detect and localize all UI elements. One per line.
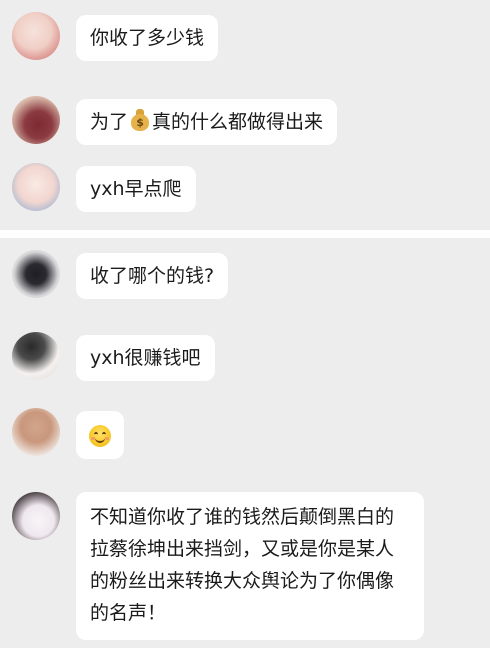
message-text: yxh很赚钱吧 (90, 347, 201, 369)
message-bubble[interactable]: 不知道你收了谁的钱然后颠倒黑白的拉蔡徐坤出来挡剑，又或是你是某人的粉丝出来转换大… (76, 492, 424, 640)
avatar[interactable] (12, 163, 60, 211)
message-bubble[interactable]: 收了哪个的钱? (76, 253, 229, 299)
avatar[interactable] (12, 332, 60, 380)
message-bubble[interactable]: yxh早点爬 (76, 166, 196, 212)
message-bubble[interactable]: yxh很赚钱吧 (76, 335, 215, 381)
money-bag-icon: $ (130, 109, 150, 131)
avatar[interactable] (12, 408, 60, 456)
avatar[interactable] (12, 250, 60, 298)
message-bubble[interactable] (76, 411, 124, 459)
message-bubble[interactable]: 为了 $ 真的什么都做得出来 (76, 99, 338, 145)
message-text: 你收了多少钱 (90, 27, 205, 49)
message-text-before: 为了 (90, 111, 129, 133)
message-text: yxh早点爬 (90, 178, 182, 200)
message-text: 不知道你收了谁的钱然后颠倒黑白的拉蔡徐坤出来挡剑，又或是你是某人的粉丝出来转换大… (90, 506, 395, 624)
avatar[interactable] (12, 12, 60, 60)
chat-panel-bottom: 收了哪个的钱? yxh很赚钱吧 不知道你收了谁的钱然后颠倒黑白的拉蔡徐坤出来挡剑… (0, 238, 490, 648)
avatar[interactable] (12, 492, 60, 540)
section-divider (0, 230, 490, 238)
smiling-face-icon (89, 424, 111, 447)
avatar[interactable] (12, 96, 60, 144)
chat-panel-top: 你收了多少钱 为了 $ 真的什么都做得出来 yxh早点爬 (0, 0, 490, 230)
message-text-after: 真的什么都做得出来 (152, 111, 324, 133)
message-bubble[interactable]: 你收了多少钱 (76, 15, 219, 61)
message-text: 收了哪个的钱? (90, 265, 215, 287)
